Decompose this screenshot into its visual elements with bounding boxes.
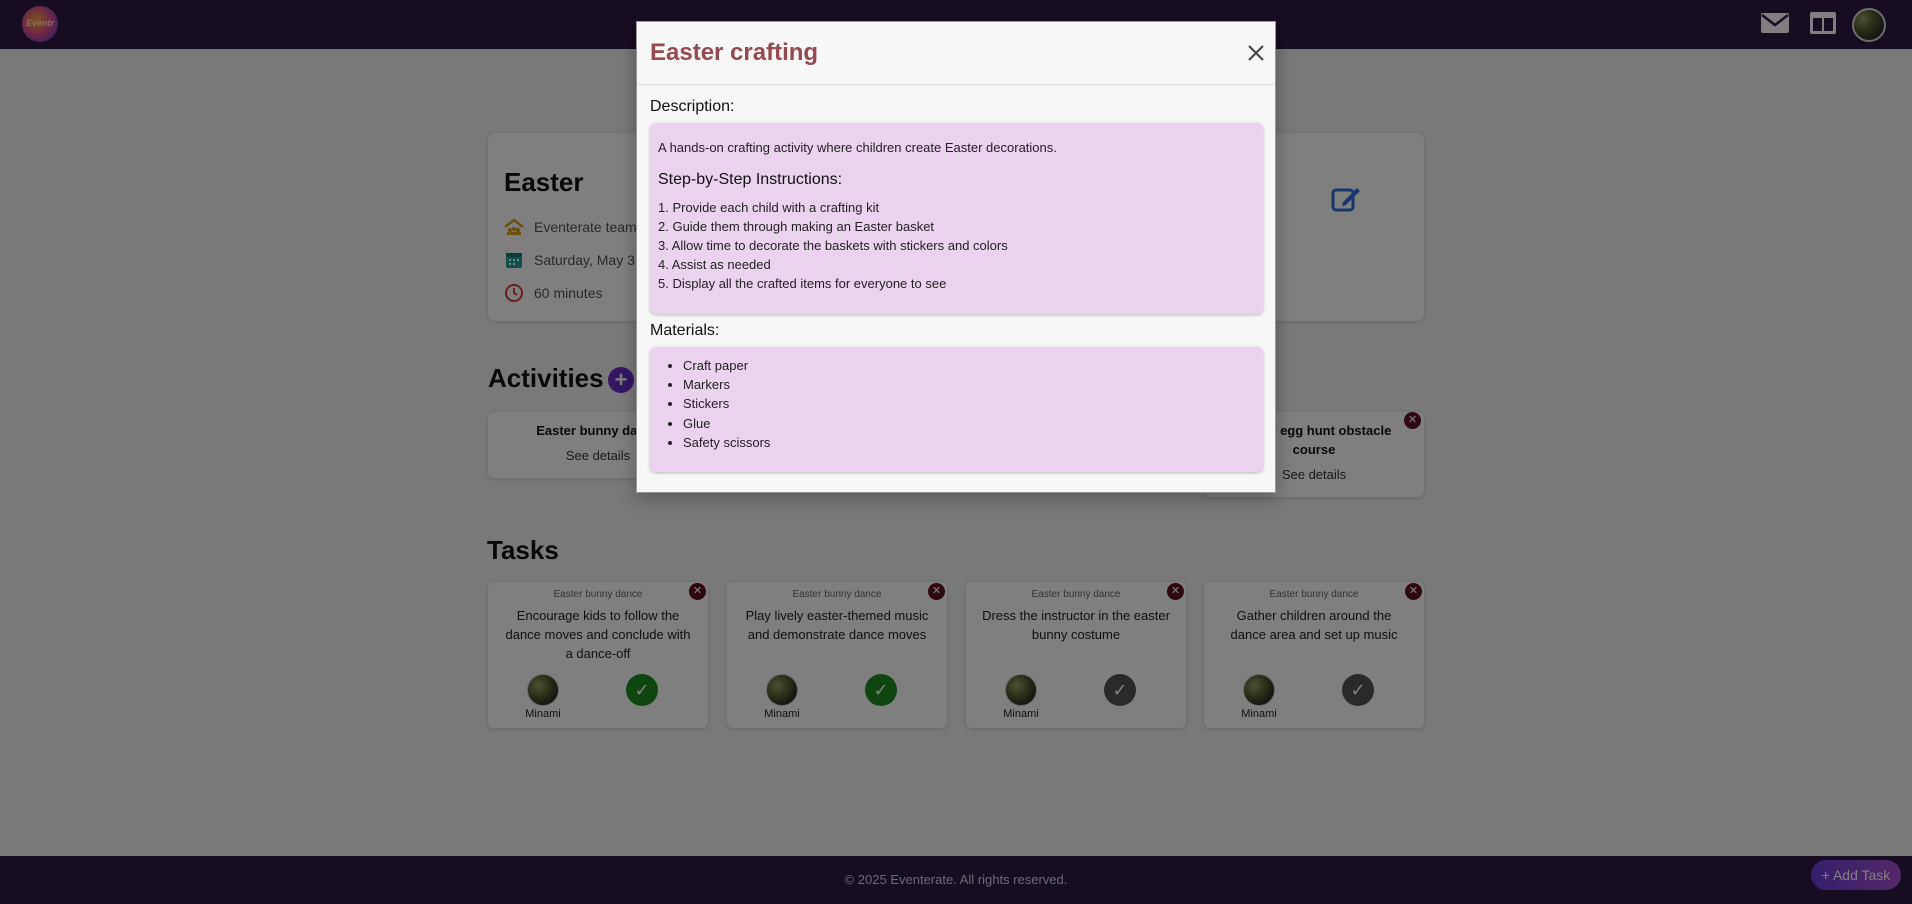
activity-details-modal: Easter crafting Description: A hands-on … — [636, 21, 1276, 493]
list-item: Markers — [683, 375, 770, 394]
list-item: Craft paper — [683, 356, 770, 375]
instructions-list: 1. Provide each child with a crafting ki… — [658, 198, 1008, 293]
list-item: 1. Provide each child with a crafting ki… — [658, 200, 880, 215]
modal-title: Easter crafting — [650, 39, 819, 66]
close-icon[interactable] — [1245, 42, 1267, 64]
materials-list: Craft paper Markers Stickers Glue Safety… — [683, 356, 770, 452]
description-box: A hands-on crafting activity where child… — [650, 123, 1263, 314]
modal-header: Easter crafting — [637, 22, 1275, 85]
list-item: 4. Assist as needed — [658, 257, 771, 272]
list-item: 2. Guide them through making an Easter b… — [658, 219, 935, 234]
materials-box: Craft paper Markers Stickers Glue Safety… — [650, 347, 1263, 472]
list-item: 5. Display all the crafted items for eve… — [658, 276, 947, 291]
list-item: Stickers — [683, 394, 770, 413]
instructions-title: Step-by-Step Instructions: — [658, 171, 843, 188]
list-item: 3. Allow time to decorate the baskets wi… — [658, 238, 1008, 253]
description-text: A hands-on crafting activity where child… — [658, 140, 1057, 155]
materials-label: Materials: — [650, 322, 720, 339]
description-label: Description: — [650, 98, 735, 115]
list-item: Glue — [683, 414, 770, 433]
list-item: Safety scissors — [683, 433, 770, 452]
